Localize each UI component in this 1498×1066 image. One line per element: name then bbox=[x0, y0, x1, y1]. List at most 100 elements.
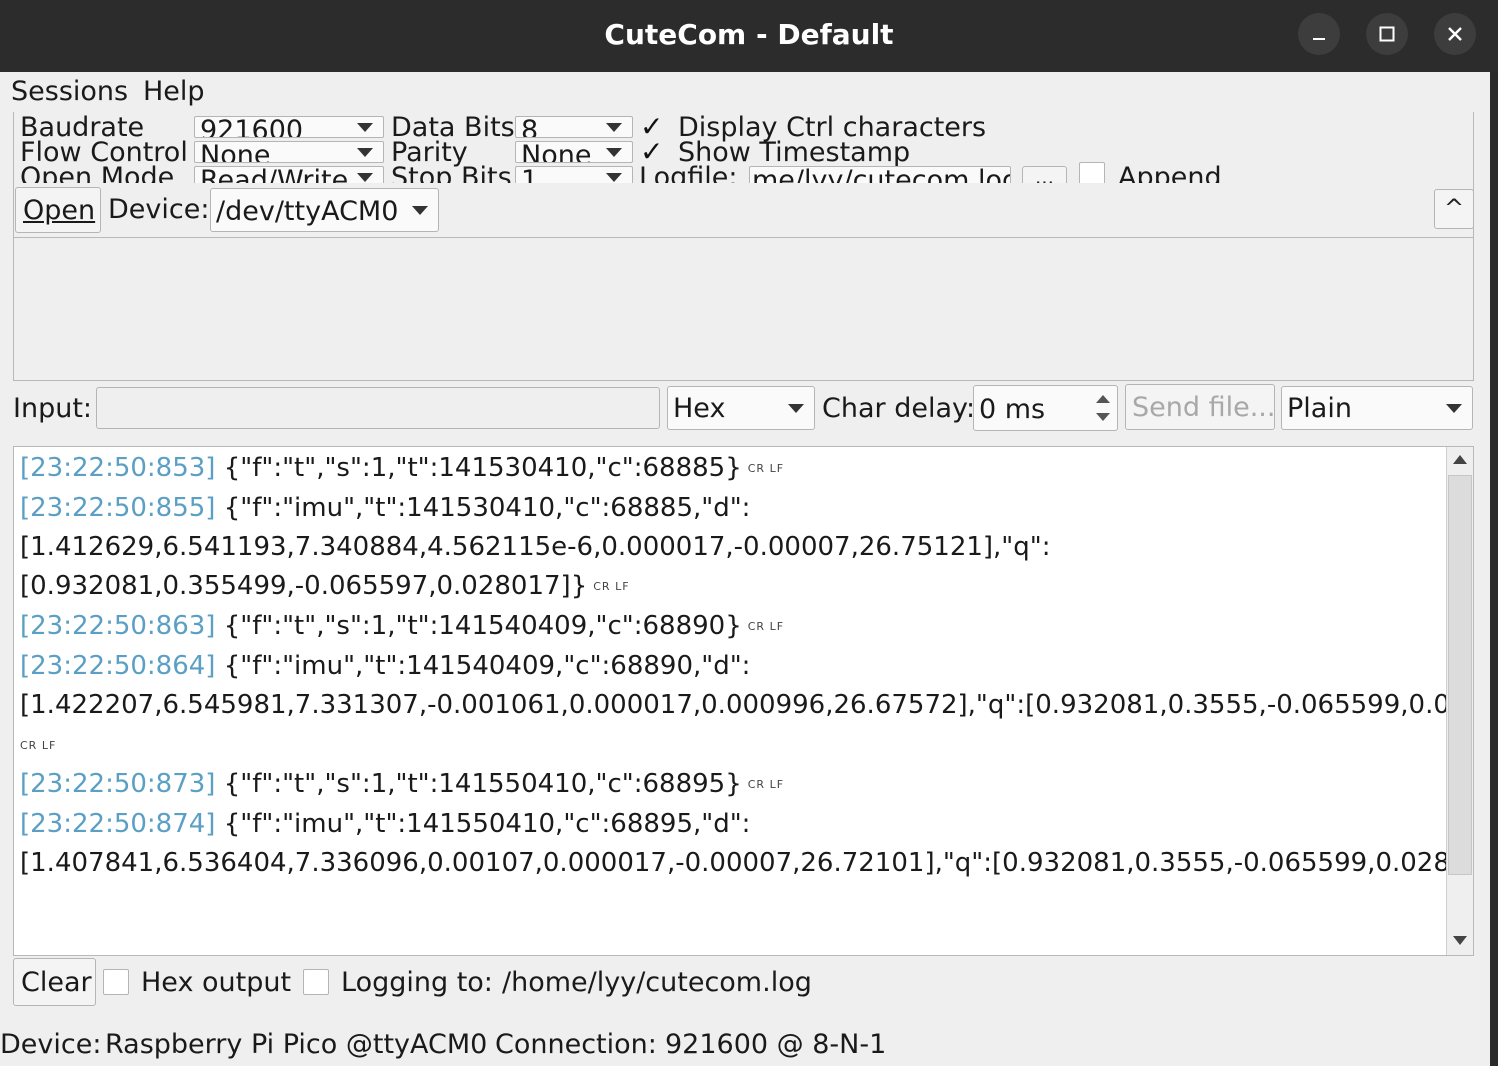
flow-control-select[interactable]: None bbox=[194, 141, 384, 163]
crlf-marker: CR LF bbox=[593, 580, 630, 593]
output-timestamp: [23:22:50:874] bbox=[20, 809, 216, 839]
output-line: [1.412629,6.541193,7.340884,4.562115e-6,… bbox=[20, 534, 1051, 560]
send-file-button[interactable]: Send file... bbox=[1125, 384, 1275, 430]
stop-bits-value: 1 bbox=[521, 166, 539, 183]
baudrate-value: 921600 bbox=[200, 116, 304, 138]
window-title: CuteCom - Default bbox=[604, 18, 894, 51]
chevron-down-icon bbox=[357, 148, 373, 157]
maximize-button[interactable] bbox=[1366, 13, 1408, 55]
input-field[interactable] bbox=[96, 387, 660, 429]
char-delay-spinbox[interactable]: 0 ms bbox=[973, 385, 1118, 431]
output-timestamp: [23:22:50:853] bbox=[20, 453, 216, 483]
logging-path: /home/lyy/cutecom.log bbox=[502, 967, 812, 998]
append-label: Append bbox=[1118, 162, 1222, 183]
output-line: [23:22:50:873] {"f":"t","s":1,"t":141550… bbox=[20, 771, 784, 797]
close-icon bbox=[1448, 27, 1462, 41]
logfile-value: me/lyy/cutecom.log bbox=[752, 166, 1011, 183]
stop-bits-label: Stop Bits bbox=[391, 162, 512, 183]
maximize-icon bbox=[1379, 26, 1395, 42]
open-mode-select[interactable]: Read/Write bbox=[194, 166, 384, 183]
send-file-label: Send file... bbox=[1132, 392, 1276, 423]
chevron-down-icon bbox=[606, 123, 622, 132]
scroll-thumb[interactable] bbox=[1448, 475, 1472, 875]
crlf-marker: CR LF bbox=[747, 778, 785, 791]
append-checkbox[interactable] bbox=[1079, 162, 1105, 183]
open-mode-label: Open Mode bbox=[20, 162, 175, 183]
output-text: {"f":"imu","t":141540409,"c":68890,"d": bbox=[215, 651, 751, 681]
status-connection-label: Connection: bbox=[495, 1029, 657, 1060]
output-line: [1.422207,6.545981,7.331307,-0.001061,0.… bbox=[20, 692, 1473, 718]
menu-help[interactable]: Help bbox=[143, 78, 205, 105]
baudrate-select[interactable]: 921600 bbox=[194, 116, 384, 138]
device-value: /dev/ttyACM0 bbox=[216, 196, 399, 227]
hex-output-label: Hex output bbox=[141, 967, 292, 998]
settings-panel: Baudrate Flow Control Open Mode 921600 N… bbox=[13, 112, 1474, 183]
chevron-down-icon bbox=[606, 148, 622, 157]
data-bits-select[interactable]: 8 bbox=[515, 116, 633, 138]
title-bar: CuteCom - Default bbox=[0, 0, 1498, 72]
crlf-marker: CR LF bbox=[20, 739, 57, 752]
scroll-down-icon[interactable] bbox=[1452, 935, 1468, 947]
output-text: {"f":"imu","t":141530410,"c":68885,"d": bbox=[215, 493, 751, 523]
hex-output-checkbox[interactable] bbox=[103, 969, 129, 995]
flow-control-value: None bbox=[200, 141, 271, 163]
open-button-label: Open bbox=[23, 195, 96, 226]
logging-checkbox[interactable] bbox=[303, 969, 329, 995]
status-device-value: Raspberry Pi Pico @ttyACM0 bbox=[105, 1029, 488, 1060]
open-mode-value: Read/Write bbox=[200, 166, 349, 183]
chevron-down-icon bbox=[606, 173, 622, 182]
menu-bar: Sessions Help bbox=[0, 72, 1490, 112]
output-timestamp: [23:22:50:873] bbox=[20, 769, 216, 799]
output-timestamp: [23:22:50:863] bbox=[20, 611, 216, 641]
output-line: [23:22:50:864] {"f":"imu","t":141540409,… bbox=[20, 653, 750, 679]
device-label: Device: bbox=[108, 194, 210, 225]
chevron-down-icon bbox=[788, 404, 804, 413]
output-line: [1.407841,6.536404,7.336096,0.00107,0.00… bbox=[20, 848, 1474, 878]
scroll-up-icon[interactable] bbox=[1452, 453, 1468, 465]
chevron-down-icon bbox=[412, 206, 428, 215]
window-edge bbox=[1490, 72, 1498, 1066]
stop-bits-select[interactable]: 1 bbox=[515, 166, 633, 183]
line-ending-select[interactable]: Plain bbox=[1281, 386, 1473, 430]
minimize-icon bbox=[1313, 38, 1325, 40]
output-timestamp: [23:22:50:864] bbox=[20, 651, 216, 681]
input-format-value: Hex bbox=[673, 393, 726, 424]
char-delay-value: 0 ms bbox=[979, 394, 1046, 425]
logfile-field[interactable]: me/lyy/cutecom.log bbox=[749, 166, 1011, 183]
output-view[interactable]: [23:22:50:853] {"f":"t","s":1,"t":141530… bbox=[13, 446, 1474, 956]
device-info-panel bbox=[13, 237, 1474, 381]
parity-value: None bbox=[521, 141, 592, 163]
logging-label: Logging to: bbox=[341, 967, 493, 998]
output-line: [0.932081,0.355499,-0.065597,0.028017]} C… bbox=[20, 573, 630, 599]
chevron-down-icon bbox=[357, 173, 373, 182]
clear-button[interactable]: Clear bbox=[13, 958, 96, 1006]
input-label: Input: bbox=[13, 393, 93, 424]
output-line: [23:22:50:863] {"f":"t","s":1,"t":141540… bbox=[20, 613, 784, 639]
status-device-label: Device: bbox=[0, 1029, 102, 1060]
output-line: [23:22:50:853] {"f":"t","s":1,"t":141530… bbox=[20, 455, 784, 481]
logfile-browse-button[interactable]: ... bbox=[1022, 166, 1067, 183]
output-timestamp: [23:22:50:855] bbox=[20, 493, 216, 523]
output-text: [1.407841,6.536404,7.336096,0.00107,0.00… bbox=[20, 848, 1474, 878]
status-connection-value: 921600 @ 8-N-1 bbox=[665, 1029, 887, 1060]
output-text: {"f":"t","s":1,"t":141550410,"c":68895} bbox=[215, 769, 742, 799]
input-format-select[interactable]: Hex bbox=[667, 386, 815, 430]
output-scrollbar[interactable] bbox=[1446, 447, 1473, 955]
output-line: [23:22:50:855] {"f":"imu","t":141530410,… bbox=[20, 495, 750, 521]
output-line: CR LF bbox=[20, 732, 56, 758]
data-bits-value: 8 bbox=[521, 116, 539, 138]
device-select[interactable]: /dev/ttyACM0 bbox=[210, 188, 439, 232]
collapse-settings-button[interactable]: ^ bbox=[1434, 189, 1474, 229]
minimize-button[interactable] bbox=[1298, 13, 1340, 55]
chevron-down-icon bbox=[357, 123, 373, 132]
menu-sessions[interactable]: Sessions bbox=[11, 78, 128, 105]
status-bar: Device: Raspberry Pi Pico @ttyACM0 Conne… bbox=[0, 1024, 1490, 1066]
open-button[interactable]: Open bbox=[15, 187, 101, 233]
char-delay-label: Char delay: bbox=[822, 393, 976, 424]
output-text: [0.932081,0.355499,-0.065597,0.028017]} bbox=[20, 571, 588, 601]
spin-arrows-icon[interactable] bbox=[1093, 390, 1113, 426]
parity-select[interactable]: None bbox=[515, 141, 633, 163]
close-button[interactable] bbox=[1434, 13, 1476, 55]
output-text: {"f":"t","s":1,"t":141540409,"c":68890} bbox=[215, 611, 742, 641]
output-text: {"f":"t","s":1,"t":141530410,"c":68885} bbox=[215, 453, 742, 483]
